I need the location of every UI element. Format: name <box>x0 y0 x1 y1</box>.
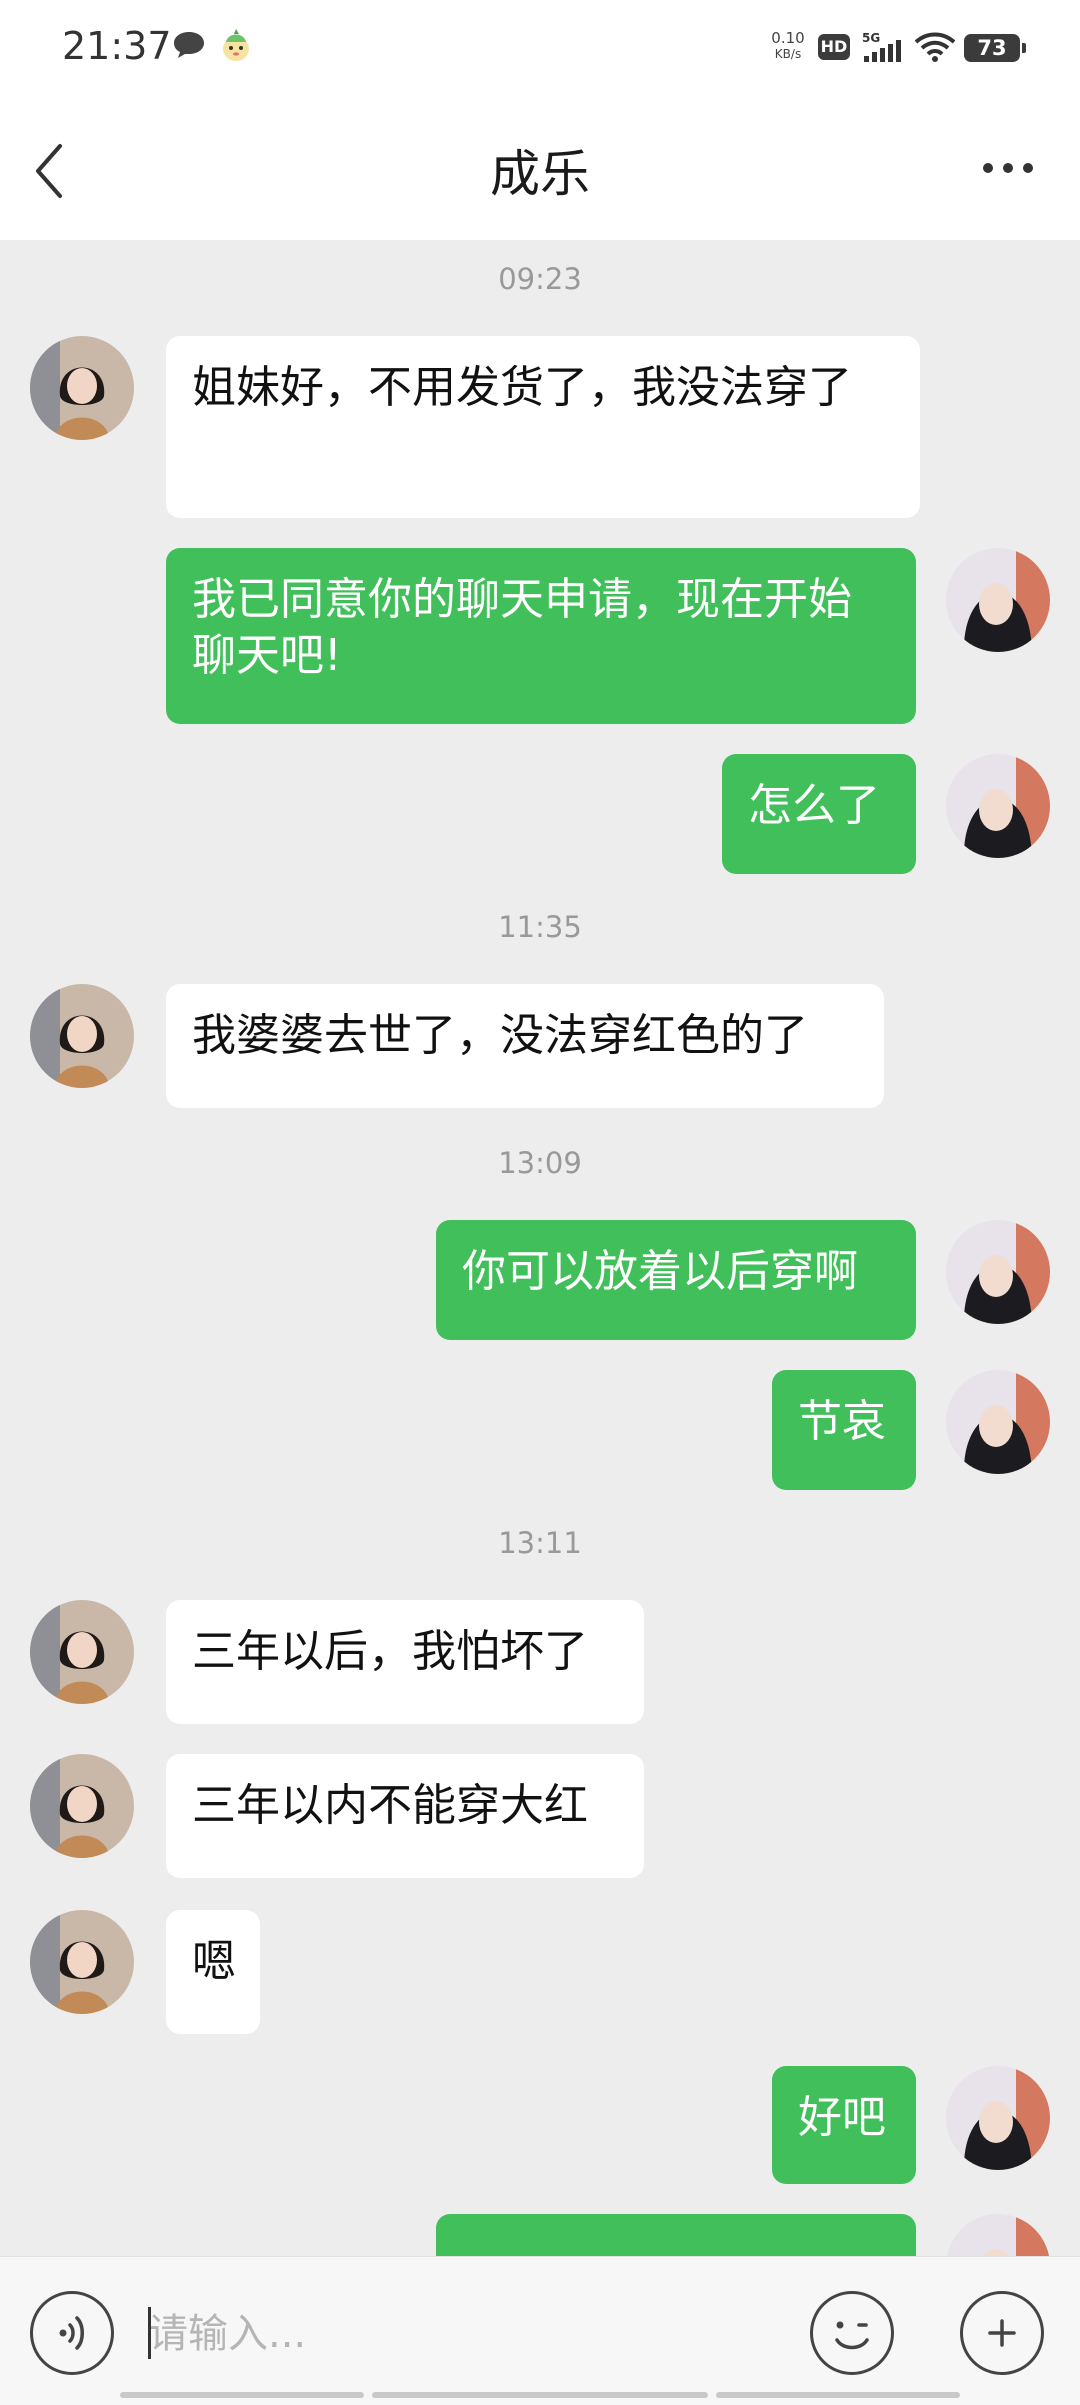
voice-icon[interactable] <box>30 2291 114 2375</box>
contact-avatar[interactable] <box>30 336 134 440</box>
message-bubble-outgoing[interactable]: 好吧 <box>772 2066 916 2184</box>
message-bubble-incoming[interactable]: 三年以内不能穿大红 <box>166 1754 644 1878</box>
gesture-bar-center <box>372 2392 708 2398</box>
contact-avatar[interactable] <box>30 1910 134 2014</box>
message-notification-icon <box>174 32 204 58</box>
self-avatar[interactable] <box>946 754 1050 858</box>
timestamp: 13:09 <box>498 1146 582 1180</box>
message-bubble-incoming[interactable]: 嗯 <box>166 1910 260 2034</box>
timestamp: 11:35 <box>498 910 582 944</box>
message-input[interactable] <box>146 2301 790 2367</box>
chat-title: 成乐 <box>490 145 590 203</box>
status-time: 21:37 <box>62 24 172 68</box>
net-speed-unit: KB/s <box>774 47 802 61</box>
hd-badge: HD <box>818 34 850 60</box>
self-avatar[interactable] <box>946 2066 1050 2170</box>
message-bubble-outgoing[interactable] <box>436 2214 916 2256</box>
emoji-icon[interactable] <box>810 2291 894 2375</box>
status-bar: 21:37 0.10 KB/s HD 5G 73 <box>0 0 1080 100</box>
network-speed: 0.10 KB/s <box>768 30 808 62</box>
message-list[interactable]: 09:23 姐妹好，不用发货了，我没法穿了 我已同意你的聊天申请，现在开始聊天吧… <box>0 240 1080 2256</box>
self-avatar[interactable] <box>946 548 1050 652</box>
self-avatar[interactable] <box>946 1220 1050 1324</box>
wifi-icon <box>914 32 956 62</box>
contact-avatar[interactable] <box>30 984 134 1088</box>
message-bubble-incoming[interactable]: 姐妹好，不用发货了，我没法穿了 <box>166 336 920 518</box>
cellular-signal-icon: 5G <box>862 31 901 62</box>
message-bubble-outgoing[interactable]: 我已同意你的聊天申请，现在开始聊天吧! <box>166 548 916 724</box>
svg-text:5G: 5G <box>862 31 880 45</box>
input-bar <box>0 2256 1080 2405</box>
message-bubble-outgoing[interactable]: 你可以放着以后穿啊 <box>436 1220 916 1340</box>
chat-header: 成乐 <box>0 100 1080 240</box>
contact-avatar[interactable] <box>30 1754 134 1858</box>
net-speed-value: 0.10 <box>771 29 805 47</box>
plus-icon[interactable] <box>960 2291 1044 2375</box>
self-avatar[interactable] <box>946 1370 1050 1474</box>
contact-avatar[interactable] <box>30 1600 134 1704</box>
message-bubble-outgoing[interactable]: 怎么了 <box>722 754 916 874</box>
timestamp: 09:23 <box>498 262 582 296</box>
message-bubble-outgoing[interactable]: 节哀 <box>772 1370 916 1490</box>
text-cursor <box>148 2307 151 2359</box>
message-bubble-incoming[interactable]: 我婆婆去世了，没法穿红色的了 <box>166 984 884 1108</box>
more-dots-icon[interactable] <box>978 150 1038 186</box>
self-avatar[interactable] <box>946 2214 1050 2256</box>
battery-indicator: 73 <box>964 34 1026 62</box>
gesture-bar-left <box>120 2392 364 2398</box>
timestamp: 13:11 <box>498 1526 582 1560</box>
app-notification-icon <box>223 29 249 61</box>
gesture-bar-right <box>716 2392 960 2398</box>
message-bubble-incoming[interactable]: 三年以后，我怕坏了 <box>166 1600 644 1724</box>
